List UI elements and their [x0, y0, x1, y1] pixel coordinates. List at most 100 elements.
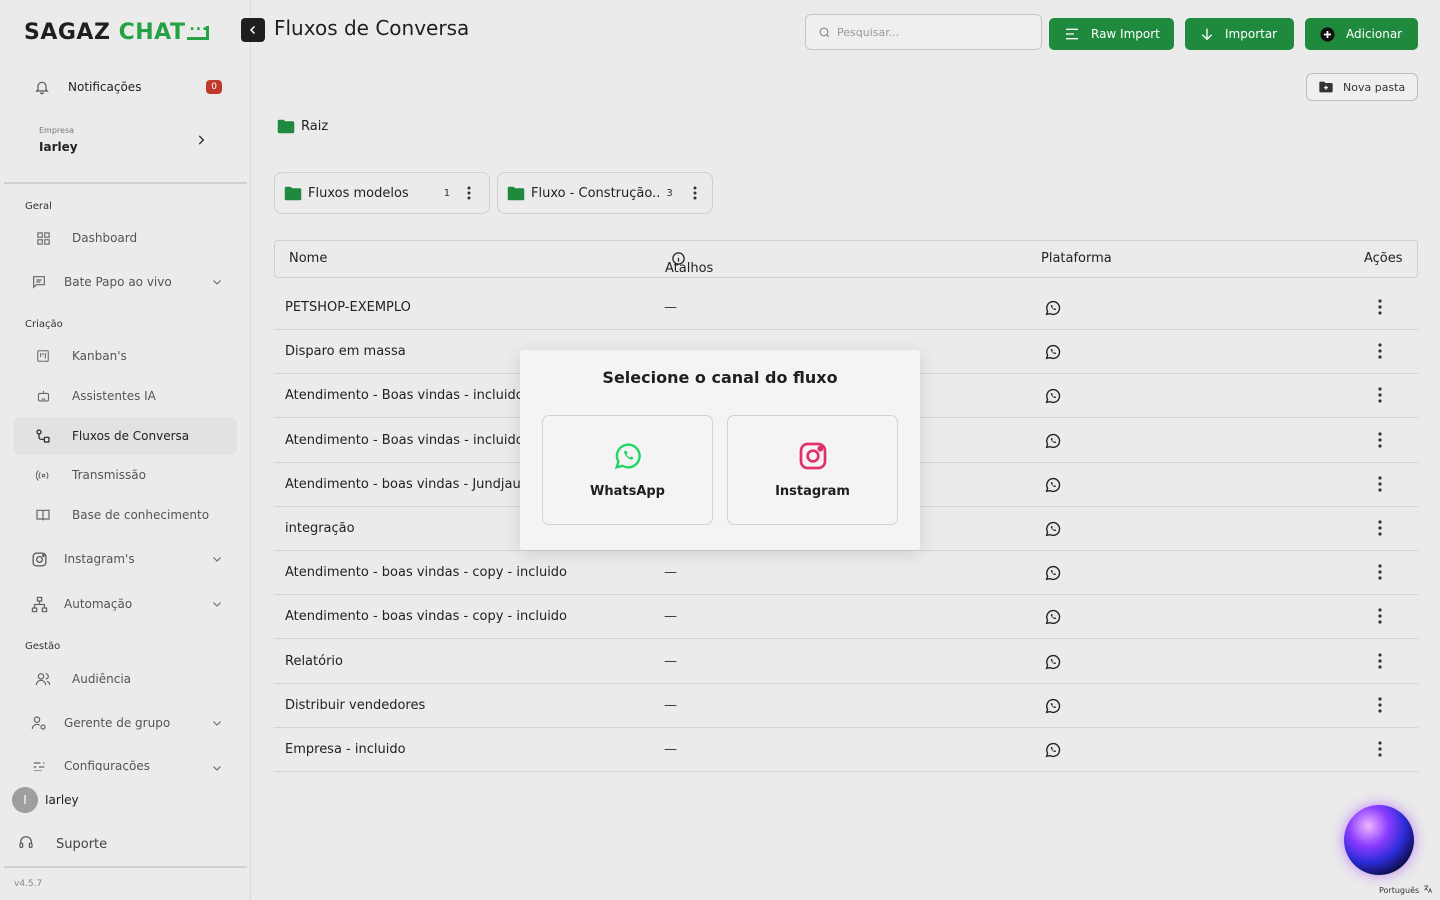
shortcut-value: — — [664, 609, 677, 625]
flow-name[interactable]: Atendimento - boas vindas - copy - inclu… — [285, 565, 567, 580]
app-logo[interactable]: SAGAZ CHAT — [24, 18, 210, 45]
sidebar-item-live-chat[interactable]: Bate Papo ao vivo — [14, 263, 237, 301]
flow-name[interactable]: Atendimento - Boas vindas - incluido — [285, 388, 524, 403]
flow-name[interactable]: Empresa - incluido — [285, 742, 406, 757]
flow-name[interactable]: PETSHOP-EXEMPLO — [285, 300, 411, 315]
raw-import-button[interactable]: Raw Import — [1049, 18, 1174, 50]
sidebar-item-kanban[interactable]: Kanban's — [14, 337, 237, 375]
chat-bubble-icon — [187, 18, 210, 40]
shortcut-value: — — [664, 742, 677, 757]
support-link[interactable]: Suporte — [18, 834, 107, 854]
collapse-sidebar-button[interactable] — [241, 18, 265, 42]
sidebar-item-label: Bate Papo ao vivo — [64, 275, 172, 289]
kebab-menu-icon[interactable] — [693, 186, 697, 200]
kebab-menu-icon[interactable] — [1378, 431, 1382, 448]
kebab-menu-icon[interactable] — [1378, 343, 1382, 359]
sidebar-item-knowledge[interactable]: Base de conhecimento — [14, 496, 237, 534]
support-label: Suporte — [56, 836, 108, 852]
sidebar-item-instagram[interactable]: Instagram's — [14, 540, 237, 578]
instagram-option[interactable]: Instagram — [727, 415, 898, 525]
channel-select-modal: Selecione o canal do fluxo WhatsApp Inst… — [520, 350, 920, 550]
flow-name[interactable]: Atendimento - Boas vindas - incluido — [285, 433, 524, 448]
kebab-menu-icon[interactable] — [467, 186, 471, 200]
notifications-item[interactable]: Notificações 0 — [24, 72, 232, 102]
sidebar-divider — [4, 866, 247, 868]
sidebar-item-assistants[interactable]: Assistentes IA — [14, 377, 237, 415]
folder-name: Fluxos modelos — [308, 185, 409, 201]
column-shortcuts-label: Atalhos — [665, 261, 714, 276]
column-platform[interactable]: Plataforma — [1041, 251, 1112, 266]
kebab-menu-icon[interactable] — [1378, 299, 1382, 315]
kebab-menu-icon[interactable] — [1378, 520, 1382, 536]
sidebar-item-settings[interactable]: Configurações — [14, 749, 237, 771]
bell-icon — [24, 79, 60, 95]
section-geral: Geral — [25, 201, 52, 212]
flow-name[interactable]: Relatório — [285, 654, 343, 669]
column-actions: Ações — [1364, 251, 1403, 266]
flow-name[interactable]: Distribuir vendedores — [285, 698, 425, 713]
kebab-menu-icon[interactable] — [1378, 652, 1382, 669]
table-row[interactable]: Distribuir vendedores — — [274, 684, 1418, 728]
flow-icon — [14, 428, 72, 444]
sidebar-item-dashboard[interactable]: Dashboard — [14, 219, 237, 257]
column-shortcuts[interactable]: Atalhos — [665, 251, 713, 276]
whatsapp-icon — [1044, 520, 1062, 538]
folder-plus-icon — [1317, 79, 1335, 95]
sidebar-item-label: Automação — [64, 597, 133, 611]
sidebar-item-group-manager[interactable]: Gerente de grupo — [14, 704, 237, 742]
whatsapp-icon — [1044, 608, 1062, 626]
new-folder-button[interactable]: Nova pasta — [1306, 73, 1418, 101]
sidebar-item-label: Base de conhecimento — [72, 508, 210, 522]
chevron-right-icon — [194, 132, 208, 151]
ai-assistant-orb-button[interactable] — [1344, 805, 1414, 875]
app-version: v4.5.7 — [14, 879, 43, 889]
whatsapp-icon — [1044, 653, 1062, 671]
sidebar-item-automation[interactable]: Automação — [14, 585, 237, 623]
book-icon — [14, 507, 72, 523]
folder-count: 1 — [443, 187, 451, 199]
kebab-menu-icon[interactable] — [1378, 387, 1382, 403]
folder-card[interactable]: Fluxo - Construção.. 3 — [497, 172, 713, 214]
translate-icon — [1423, 884, 1433, 896]
table-row[interactable]: PETSHOP-EXEMPLO — — [274, 286, 1418, 330]
whatsapp-option[interactable]: WhatsApp — [542, 415, 713, 525]
kebab-menu-icon[interactable] — [1378, 476, 1382, 492]
table-row[interactable]: Relatório — — [274, 640, 1418, 684]
chevron-down-icon — [211, 273, 223, 292]
search-box[interactable] — [805, 14, 1042, 50]
flow-name[interactable]: integração — [285, 521, 355, 536]
sitemap-icon — [14, 596, 64, 613]
sidebar-item-label: Gerente de grupo — [64, 716, 171, 730]
kebab-menu-icon[interactable] — [1378, 608, 1382, 624]
kebab-menu-icon[interactable] — [1378, 564, 1382, 580]
flow-name[interactable]: Atendimento - boas vindas - copy - inclu… — [285, 609, 567, 624]
column-name[interactable]: Nome — [289, 251, 327, 266]
user-profile[interactable]: I Iarley — [12, 787, 79, 813]
sidebar-item-label: Instagram's — [64, 552, 135, 566]
kanban-icon — [14, 349, 72, 363]
import-button[interactable]: Importar — [1185, 18, 1294, 50]
table-row[interactable]: Atendimento - boas vindas - copy - inclu… — [274, 551, 1418, 596]
sidebar-item-broadcast[interactable]: Transmissão — [14, 456, 237, 494]
company-selector[interactable]: Empresa Iarley — [24, 118, 220, 162]
table-row[interactable]: Atendimento - boas vindas - copy - inclu… — [274, 595, 1418, 640]
folder-count: 3 — [666, 187, 673, 199]
shortcut-value: — — [664, 653, 677, 669]
folder-card[interactable]: Fluxos modelos 1 — [274, 172, 490, 214]
logo-text-2: CHAT — [118, 20, 186, 45]
plus-circle-icon — [1319, 26, 1336, 43]
add-button[interactable]: Adicionar — [1305, 18, 1418, 50]
modal-title: Selecione o canal do fluxo — [602, 368, 838, 387]
kebab-menu-icon[interactable] — [1378, 697, 1382, 713]
flow-name[interactable]: Disparo em massa — [285, 344, 406, 359]
whatsapp-icon — [1044, 741, 1062, 759]
table-row[interactable]: Empresa - incluido — — [274, 728, 1418, 772]
flow-name[interactable]: Atendimento - boas vindas - Jundjau — [285, 477, 521, 492]
notifications-badge: 0 — [206, 80, 222, 94]
search-input[interactable] — [837, 25, 1027, 39]
sidebar-item-audience[interactable]: Audiência — [14, 660, 237, 698]
kebab-menu-icon[interactable] — [1378, 741, 1382, 757]
sidebar-item-flows[interactable]: Fluxos de Conversa — [14, 417, 237, 455]
language-selector[interactable]: Português — [1379, 884, 1433, 896]
breadcrumb[interactable]: Raiz — [277, 119, 328, 134]
